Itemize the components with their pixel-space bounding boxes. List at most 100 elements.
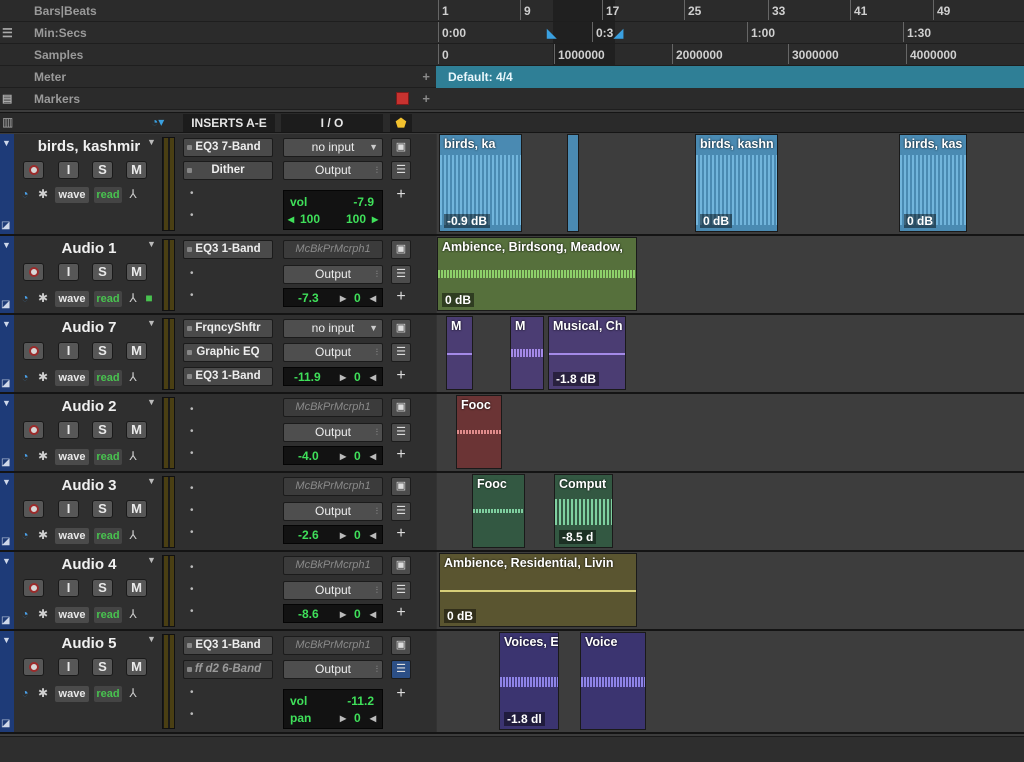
- playlist-icon[interactable]: ⅄: [126, 370, 140, 384]
- input-selector[interactable]: no input ▼: [283, 319, 383, 338]
- insert-slot-c[interactable]: •: [190, 448, 194, 459]
- track-resize-icon[interactable]: ◪: [1, 220, 10, 231]
- mute-button[interactable]: M: [126, 658, 147, 676]
- column-view-icon[interactable]: ▥: [2, 115, 13, 129]
- input-selector[interactable]: McBkPrMcrph1: [283, 636, 383, 655]
- insert-slot-c[interactable]: EQ3 1-Band: [183, 367, 273, 386]
- selection-end-marker-icon[interactable]: ◢: [614, 26, 623, 40]
- volume-value[interactable]: -4.0: [298, 449, 319, 463]
- track-name[interactable]: Audio 7: [20, 319, 158, 337]
- track-expand-icon[interactable]: ▼: [2, 477, 11, 487]
- track-name[interactable]: Audio 3: [20, 477, 158, 495]
- track-expand-icon[interactable]: ▼: [2, 635, 11, 645]
- insert-slot-a[interactable]: EQ3 1-Band: [183, 240, 273, 259]
- mute-button[interactable]: M: [126, 263, 147, 281]
- track-name-menu-icon[interactable]: ▼: [147, 634, 156, 644]
- track-name-menu-icon[interactable]: ▼: [147, 555, 156, 565]
- solo-button[interactable]: S: [92, 658, 113, 676]
- output-selector[interactable]: Output ⫶: [283, 581, 383, 600]
- track-resize-icon[interactable]: ◪: [1, 299, 10, 310]
- solo-button[interactable]: S: [92, 579, 113, 597]
- input-monitor-button[interactable]: I: [58, 579, 79, 597]
- insert-slot-a[interactable]: •: [190, 404, 194, 415]
- add-track-icon[interactable]: +: [391, 186, 411, 205]
- mute-button[interactable]: M: [126, 579, 147, 597]
- comments-button[interactable]: ☰: [391, 502, 411, 521]
- input-selector[interactable]: McBkPrMcrph1: [283, 477, 383, 496]
- input-selector[interactable]: no input ▼: [283, 138, 383, 157]
- playlist-icon[interactable]: ⅄: [126, 528, 140, 542]
- insert-slot-b[interactable]: •: [190, 505, 194, 516]
- insert-slot-b[interactable]: Dither: [183, 161, 273, 180]
- audio-clip[interactable]: Ambience, Residential, Livin 0 dB: [439, 553, 637, 627]
- insert-slot-a[interactable]: EQ3 7-Band: [183, 138, 273, 157]
- mute-button[interactable]: M: [126, 421, 147, 439]
- add-meter-icon[interactable]: +: [422, 69, 430, 84]
- track-resize-icon[interactable]: ◪: [1, 378, 10, 389]
- timebase-icon[interactable]: ◔: [18, 607, 32, 621]
- output-window-button[interactable]: ▣: [391, 477, 411, 496]
- solo-button[interactable]: S: [92, 263, 113, 281]
- solo-button[interactable]: S: [92, 500, 113, 518]
- playlist-icon[interactable]: ⅄: [126, 607, 140, 621]
- insert-slot-a[interactable]: •: [190, 562, 194, 573]
- clip-gain[interactable]: 0 dB: [904, 214, 937, 228]
- audio-clip[interactable]: Fooc: [456, 395, 502, 469]
- pan-left-value[interactable]: 100: [300, 212, 320, 226]
- volume-value[interactable]: -8.6: [298, 607, 319, 621]
- output-selector[interactable]: Output ⫶: [283, 343, 383, 362]
- min-secs-ruler[interactable]: 0:00 0:3 1:00 1:30 ◣ ◢: [436, 22, 1024, 44]
- track-playlist-lane[interactable]: Voices, E -1.8 dl Voice: [437, 631, 1024, 732]
- automation-mode-selector[interactable]: read: [94, 187, 122, 203]
- timebase-icon[interactable]: ◔: [18, 686, 32, 700]
- track-list-menu-icon[interactable]: ◔▾: [151, 115, 164, 129]
- input-selector[interactable]: McBkPrMcrph1: [283, 556, 383, 575]
- track-name-menu-icon[interactable]: ▼: [147, 397, 156, 407]
- add-marker-icon[interactable]: +: [422, 91, 430, 106]
- track-name[interactable]: Audio 5: [20, 635, 158, 653]
- track-name[interactable]: Audio 1: [20, 240, 158, 258]
- track-color-strip[interactable]: ▼ ◪: [0, 552, 14, 629]
- track-playlist-lane[interactable]: birds, ka -0.9 dB birds, kashn 0 dB bird…: [437, 134, 1024, 234]
- track-color-strip[interactable]: ▼ ◪: [0, 394, 14, 471]
- comments-button[interactable]: ☰: [391, 581, 411, 600]
- track-expand-icon[interactable]: ▼: [2, 398, 11, 408]
- mute-button[interactable]: M: [126, 500, 147, 518]
- pan-value[interactable]: 0: [354, 291, 361, 305]
- insert-slot-c[interactable]: •: [190, 687, 194, 698]
- pan-value[interactable]: 0: [354, 528, 361, 542]
- record-enable-button[interactable]: [23, 342, 44, 360]
- track-expand-icon[interactable]: ▼: [2, 556, 11, 566]
- audio-clip[interactable]: Fooc: [472, 474, 525, 548]
- input-monitor-button[interactable]: I: [58, 658, 79, 676]
- clip-gain[interactable]: 0 dB: [442, 293, 475, 307]
- audio-clip[interactable]: Comput -8.5 d: [554, 474, 613, 548]
- input-selector[interactable]: McBkPrMcrph1: [283, 398, 383, 417]
- timebase-icon[interactable]: ◔: [18, 528, 32, 542]
- record-enable-button[interactable]: [23, 161, 44, 179]
- bars-beats-ruler[interactable]: 1 9 17 25 33 41 49: [436, 0, 1024, 22]
- meter-ruler-event[interactable]: Default: 4/4: [436, 66, 1024, 88]
- color-marker-icon[interactable]: ⬟: [390, 114, 412, 132]
- insert-slot-b[interactable]: •: [190, 584, 194, 595]
- output-selector[interactable]: Output ⫶: [283, 161, 383, 180]
- timebase-icon[interactable]: ◔: [18, 449, 32, 463]
- timebase-icon[interactable]: ◔: [18, 370, 32, 384]
- pan-value[interactable]: 0: [354, 449, 361, 463]
- track-name[interactable]: Audio 2: [20, 398, 158, 416]
- mute-button[interactable]: M: [126, 342, 147, 360]
- insert-slot-b[interactable]: •: [190, 268, 194, 279]
- track-resize-icon[interactable]: ◪: [1, 615, 10, 626]
- insert-slot-c[interactable]: •: [190, 290, 194, 301]
- track-color-strip[interactable]: ▼ ◪: [0, 134, 14, 234]
- markers-ruler[interactable]: [436, 88, 1024, 110]
- comments-button[interactable]: ☰: [391, 423, 411, 442]
- selection-start-marker-icon[interactable]: ◣: [547, 26, 556, 40]
- output-window-button[interactable]: ▣: [391, 636, 411, 655]
- automation-mode-selector[interactable]: read: [94, 686, 122, 702]
- insert-slot-c[interactable]: •: [190, 188, 194, 199]
- volume-pan-readout[interactable]: vol -7.9 ◂ 100 100 ▸: [283, 190, 383, 230]
- solo-button[interactable]: S: [92, 342, 113, 360]
- add-track-icon[interactable]: +: [391, 685, 411, 704]
- solo-button[interactable]: S: [92, 161, 113, 179]
